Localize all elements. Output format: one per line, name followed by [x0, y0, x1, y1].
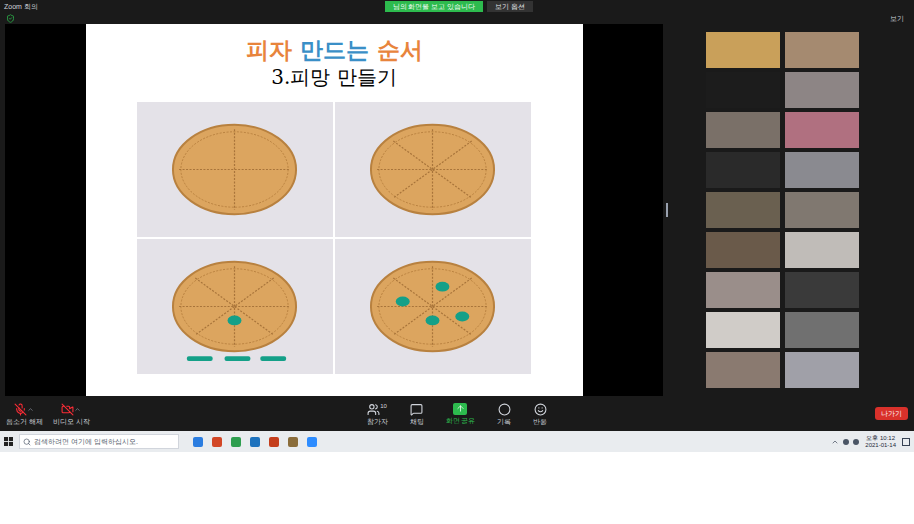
- meeting-toolbar: 음소거 해제 비디오 시작 10 참가자 채팅 화면 공유 기록 반응 나가기: [0, 396, 914, 431]
- clock-date: 2021-01-14: [865, 442, 896, 449]
- windows-logo-icon[interactable]: [4, 437, 13, 446]
- slide-photo: [137, 102, 333, 237]
- gallery: [706, 32, 859, 388]
- leave-button[interactable]: 나가기: [875, 407, 908, 420]
- toolbar-button[interactable]: 화면 공유: [446, 403, 476, 425]
- taskbar-search[interactable]: 검색하려면 여기에 입력하십시오.: [19, 434, 179, 449]
- toolbar-button[interactable]: 반응: [533, 403, 547, 425]
- zoom-window: Zoom 회의 님의 화면을 보고 있습니다보기 옵션보기피자 만드는 순서3.피망 …: [0, 0, 914, 524]
- participant-tile[interactable]: [706, 152, 780, 188]
- share-icon: [453, 403, 467, 415]
- toolbar-label: 비디오 시작: [53, 418, 90, 425]
- participant-tile[interactable]: [706, 272, 780, 308]
- slide: 피자 만드는 순서3.피망 만들기: [86, 24, 583, 396]
- taskbar-app-icon[interactable]: [307, 437, 317, 447]
- participant-tile[interactable]: [706, 232, 780, 268]
- participant-tile[interactable]: [785, 32, 859, 68]
- search-placeholder: 검색하려면 여기에 입력하십시오.: [34, 438, 138, 445]
- toolbar-label: 반응: [533, 418, 547, 425]
- view-button[interactable]: 보기: [890, 15, 908, 22]
- slide-photo: [335, 239, 531, 374]
- toolbar-right: 나가기: [748, 407, 908, 420]
- tray-icon[interactable]: [853, 439, 859, 445]
- taskbar-app-icon[interactable]: [250, 437, 260, 447]
- toolbar-label: 참가자: [367, 418, 388, 425]
- slide-photo: [335, 102, 531, 237]
- participant-tile[interactable]: [706, 192, 780, 228]
- tray-icon[interactable]: [843, 439, 849, 445]
- photo-icon: [137, 239, 333, 374]
- splitter-handle[interactable]: [666, 203, 668, 217]
- share-banner: 님의 화면을 보고 있습니다보기 옵션: [385, 1, 534, 12]
- banner-text: 님의 화면을 보고 있습니다: [385, 1, 484, 12]
- taskbar-clock[interactable]: 오후 10:122021-01-14: [865, 435, 896, 449]
- chevron-icon[interactable]: [27, 406, 34, 413]
- taskbar-app-icon[interactable]: [269, 437, 279, 447]
- toolbar-label: 화면 공유: [446, 417, 476, 424]
- slide-photo: [137, 239, 333, 374]
- shield-icon: [6, 14, 15, 23]
- record-icon: [498, 403, 511, 416]
- shared-screen: 피자 만드는 순서3.피망 만들기: [5, 24, 663, 396]
- participant-tile[interactable]: [785, 232, 859, 268]
- main-area: 피자 만드는 순서3.피망 만들기: [0, 24, 914, 396]
- participant-tile[interactable]: [706, 352, 780, 388]
- toolbar-left: 음소거 해제 비디오 시작: [6, 403, 166, 425]
- chat-icon: [410, 403, 423, 416]
- taskbar-apps: [193, 437, 317, 447]
- participant-tile[interactable]: [706, 112, 780, 148]
- toolbar-button[interactable]: 비디오 시작: [53, 403, 90, 425]
- participant-tile[interactable]: [785, 192, 859, 228]
- chevron-icon[interactable]: [74, 406, 81, 413]
- photo-grid: [137, 102, 531, 374]
- search-icon: [23, 438, 31, 446]
- users-icon: [367, 403, 380, 416]
- participant-count: 10: [380, 403, 387, 409]
- participant-tile[interactable]: [785, 112, 859, 148]
- participant-tile[interactable]: [785, 272, 859, 308]
- toolbar-label: 채팅: [410, 418, 424, 425]
- video-off-icon: [61, 403, 74, 416]
- participant-tile[interactable]: [785, 72, 859, 108]
- participant-tile[interactable]: [785, 312, 859, 348]
- view-options-button[interactable]: 보기 옵션: [487, 1, 533, 12]
- toolbar-button[interactable]: 채팅: [410, 403, 424, 425]
- taskbar-app-icon[interactable]: [231, 437, 241, 447]
- tray-chevron-icon[interactable]: [831, 438, 839, 446]
- taskbar-app-icon[interactable]: [193, 437, 203, 447]
- participant-tile[interactable]: [785, 352, 859, 388]
- slide-title-part: 피자: [246, 36, 292, 64]
- notification-icon[interactable]: [902, 438, 910, 446]
- toolbar-button[interactable]: 음소거 해제: [6, 403, 43, 425]
- window-title: Zoom 회의: [4, 3, 38, 10]
- participant-tile[interactable]: [706, 312, 780, 348]
- taskbar-app-icon[interactable]: [212, 437, 222, 447]
- photo-icon: [335, 239, 531, 374]
- toolbar-center: 10 참가자 채팅 화면 공유 기록 반응: [367, 403, 548, 425]
- tray-icons: [831, 438, 859, 446]
- photo-icon: [137, 102, 333, 237]
- toolbar-label: 기록: [497, 418, 511, 425]
- taskbar: 검색하려면 여기에 입력하십시오. 오후 10:122021-01-14: [0, 431, 914, 452]
- mic-off-icon: [14, 403, 27, 416]
- photo-icon: [335, 102, 531, 237]
- participant-tile[interactable]: [785, 152, 859, 188]
- bottom-strip: [0, 452, 914, 524]
- toolbar-button[interactable]: 10 참가자: [367, 403, 388, 425]
- toolbar-button[interactable]: 기록: [497, 403, 511, 425]
- slide-title-part: 만드는: [300, 36, 369, 64]
- slide-title: 피자 만드는 순서: [246, 36, 423, 64]
- slide-subtitle: 3.피망 만들기: [271, 64, 396, 90]
- clock-time: 오후 10:12: [866, 435, 895, 442]
- title-bar: Zoom 회의 님의 화면을 보고 있습니다보기 옵션: [0, 0, 914, 12]
- slide-title-part: 순서: [377, 36, 423, 64]
- window-controls[interactable]: [880, 2, 910, 10]
- participant-tile[interactable]: [706, 72, 780, 108]
- meeting-header: 보기: [0, 12, 914, 24]
- reaction-icon: [534, 403, 547, 416]
- participant-tile[interactable]: [706, 32, 780, 68]
- toolbar-label: 음소거 해제: [6, 418, 43, 425]
- taskbar-app-icon[interactable]: [288, 437, 298, 447]
